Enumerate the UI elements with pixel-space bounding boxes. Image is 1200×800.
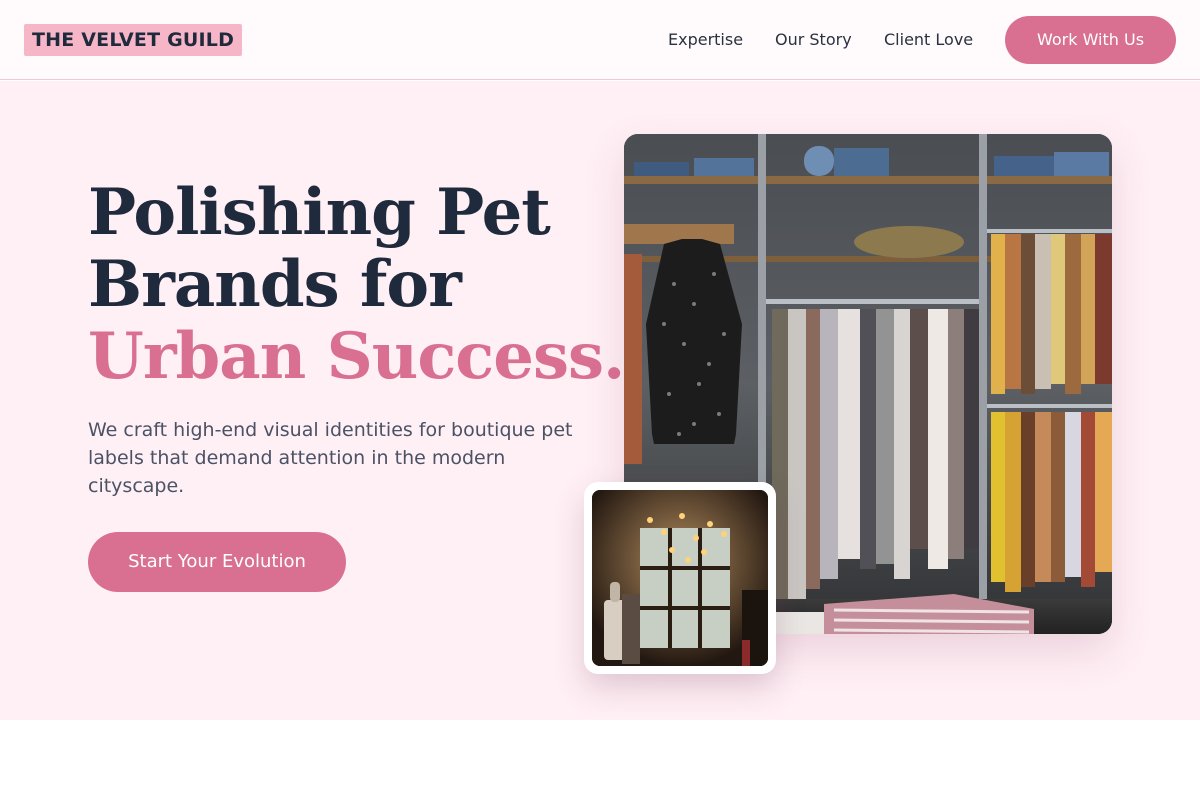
boutique-interior-photo bbox=[584, 482, 776, 674]
hero-headline: Polishing Pet Brands for Urban Success. bbox=[88, 175, 625, 394]
work-with-us-button[interactable]: Work With Us bbox=[1005, 16, 1176, 64]
nav-link-client-love[interactable]: Client Love bbox=[884, 0, 973, 80]
nav-link-our-story[interactable]: Our Story bbox=[775, 0, 852, 80]
site-header: THE VELVET GUILD Expertise Our Story Cli… bbox=[0, 0, 1200, 80]
headline-line-2: Brands for bbox=[88, 247, 462, 322]
headline-accent: Urban Success. bbox=[88, 319, 625, 394]
hero-subtext: We craft high-end visual identities for … bbox=[88, 419, 573, 497]
start-your-evolution-button[interactable]: Start Your Evolution bbox=[88, 532, 346, 592]
logo[interactable]: THE VELVET GUILD bbox=[24, 24, 243, 56]
headline-line-1: Polishing Pet bbox=[88, 175, 551, 250]
boutique-interior-image bbox=[592, 490, 768, 666]
hero-section: Polishing Pet Brands for Urban Success. … bbox=[0, 81, 1200, 720]
boutique-illustration bbox=[592, 490, 768, 666]
nav-link-expertise[interactable]: Expertise bbox=[668, 0, 743, 80]
